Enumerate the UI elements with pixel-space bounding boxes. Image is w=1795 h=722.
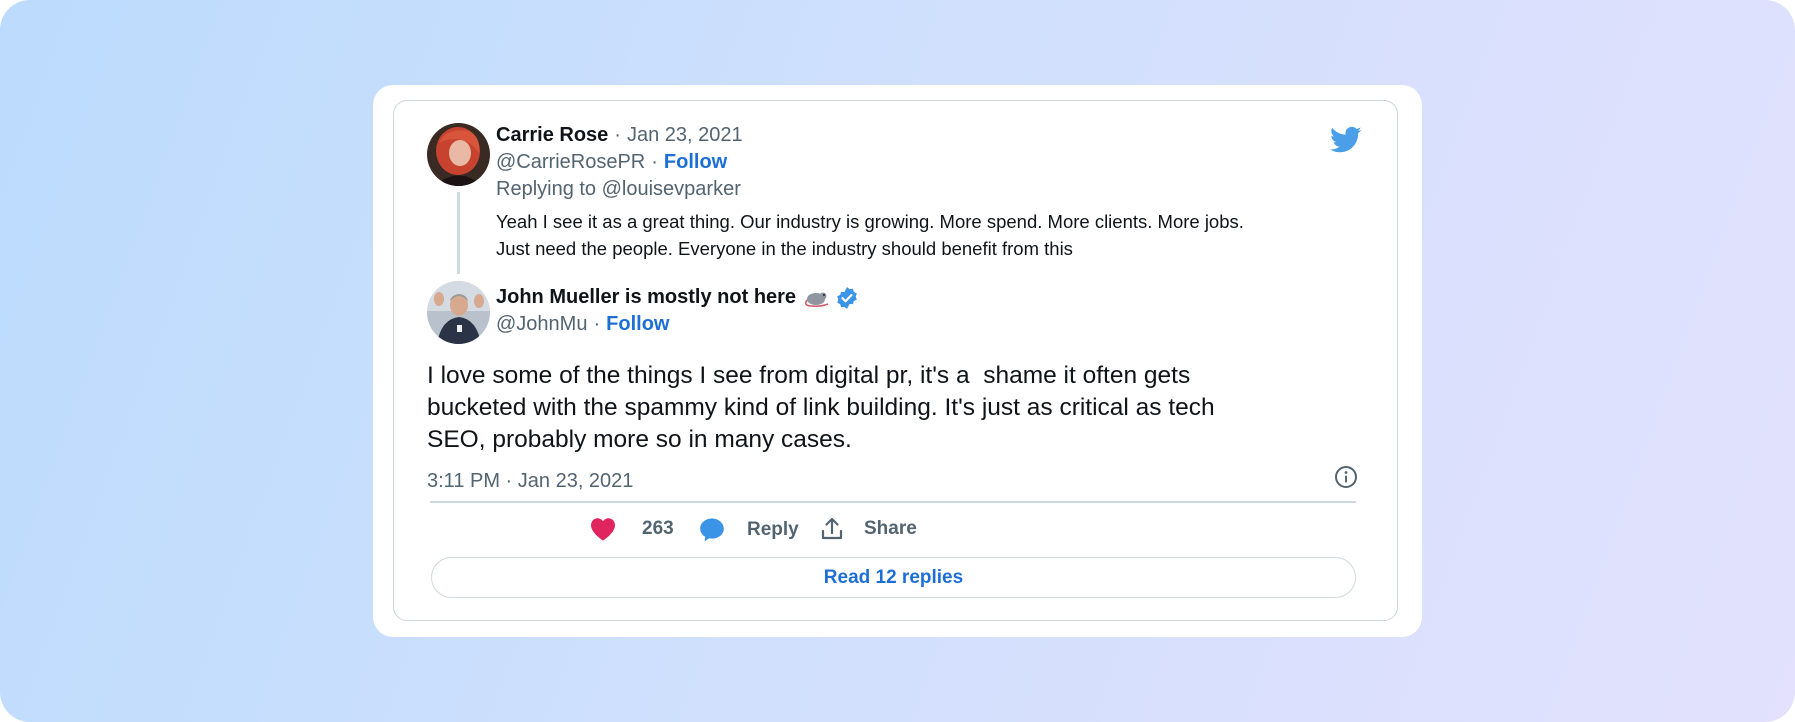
main-handle-row: @JohnMu · Follow <box>496 313 669 336</box>
main-header: John Mueller is mostly not here <box>496 286 858 309</box>
reply-label: Reply <box>747 519 799 540</box>
twitter-logo-icon[interactable] <box>1330 126 1362 154</box>
tweet-timestamp[interactable]: 3:11 PM · Jan 23, 2021 <box>427 470 633 493</box>
main-handle[interactable]: @JohnMu <box>496 313 587 336</box>
main-text-line2: bucketed with the spammy kind of link bu… <box>427 394 1215 421</box>
share-upload-icon <box>821 517 843 540</box>
separator: · <box>593 313 601 335</box>
read-replies-button[interactable]: Read 12 replies <box>431 557 1356 598</box>
reply-text-line1: Yeah I see it as a great thing. Our indu… <box>496 211 1244 232</box>
follow-button-carrie[interactable]: Follow <box>664 151 727 174</box>
heart-icon <box>591 518 615 541</box>
separator: · <box>651 151 658 173</box>
reply-date[interactable]: Jan 23, 2021 <box>627 124 743 147</box>
reply-button[interactable]: Reply <box>699 517 799 543</box>
reply-header: Carrie Rose · Jan 23, 2021 <box>496 124 743 147</box>
avatar-carrie-rose[interactable] <box>427 123 490 186</box>
rat-icon <box>805 292 829 307</box>
speech-bubble-icon <box>700 518 724 542</box>
info-icon[interactable] <box>1334 465 1358 489</box>
reply-handle-row: @CarrieRosePR · Follow <box>496 151 727 174</box>
thread-connector <box>457 192 460 274</box>
follow-button-john[interactable]: Follow <box>606 313 669 336</box>
main-text-line1: I love some of the things I see from dig… <box>427 362 1191 389</box>
reply-text-line2: Just need the people. Everyone in the in… <box>496 238 1073 259</box>
separator: · <box>614 124 621 146</box>
read-replies-label: Read 12 replies <box>823 566 964 588</box>
avatar-john-mueller[interactable] <box>427 281 490 344</box>
main-author-name[interactable]: John Mueller is mostly not here <box>496 286 796 309</box>
share-label: Share <box>864 518 917 539</box>
main-text-line3: SEO, probably more so in many cases. <box>427 426 852 453</box>
verified-badge-icon <box>837 286 857 309</box>
like-count: 263 <box>642 518 674 539</box>
like-button[interactable]: 263 <box>590 517 674 541</box>
reply-handle[interactable]: @CarrieRosePR <box>496 151 645 174</box>
replying-to[interactable]: Replying to @louisevparker <box>496 178 741 201</box>
action-divider <box>430 501 1356 503</box>
share-button[interactable]: Share <box>820 517 917 541</box>
reply-author-name[interactable]: Carrie Rose <box>496 124 608 147</box>
